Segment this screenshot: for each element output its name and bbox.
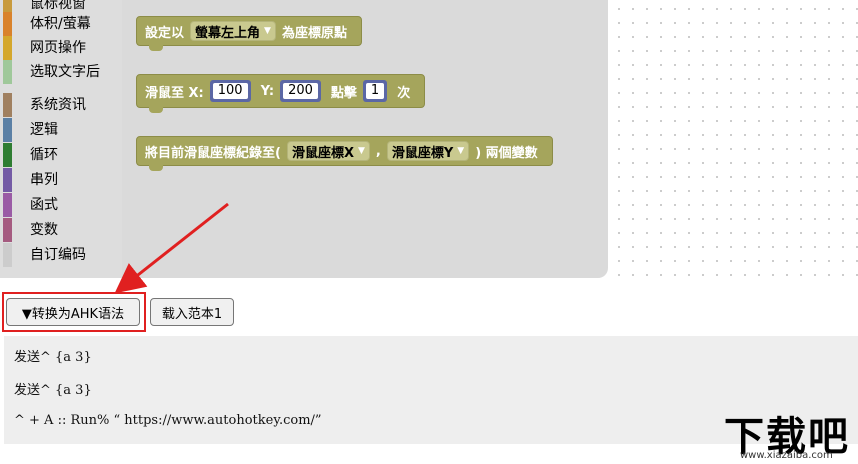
blockly-editor-page: 鼠标视窗 体积/萤幕 网页操作 选取文字后 系统资讯 逻辑 循环 串列 函式 变… [0, 0, 858, 464]
x-value-field[interactable]: 100 [212, 83, 248, 99]
toolbox-category-variable[interactable]: 变数 [3, 218, 122, 242]
dropdown-value: 螢幕左上角 [195, 25, 261, 41]
dropdown-arrow-icon: ▼ [457, 146, 465, 156]
variable-y-dropdown[interactable]: 滑鼠座標Y ▼ [386, 141, 470, 161]
set-origin-block[interactable]: 設定以 螢幕左上角 ▼ 為座標原點 [136, 16, 362, 51]
block-notch [149, 45, 163, 51]
category-color-swatch [3, 93, 12, 117]
toolbox-category-after-select-text[interactable]: 选取文字后 [3, 60, 122, 84]
block-text: 將目前滑鼠座標紀錄至( [145, 145, 281, 161]
category-color-swatch [3, 60, 12, 84]
y-number-block[interactable]: 200 [280, 80, 321, 102]
category-label: 系统资讯 [30, 97, 86, 113]
block-text: 為座標原點 [281, 25, 347, 41]
output-line: 发送^ {a 3} [14, 350, 92, 365]
click-count-number-block[interactable]: 1 [362, 80, 388, 102]
category-color-swatch [3, 193, 12, 217]
y-value-field[interactable]: 200 [283, 83, 318, 99]
category-label: 循环 [30, 147, 58, 163]
category-color-swatch [3, 12, 12, 36]
click-count-field[interactable]: 1 [365, 83, 385, 99]
toolbox-category-web[interactable]: 网页操作 [3, 36, 122, 60]
dropdown-arrow-icon: ▼ [357, 146, 365, 156]
toolbox-category-list[interactable]: 串列 [3, 168, 122, 192]
toolbox-category-logic[interactable]: 逻辑 [3, 118, 122, 142]
category-color-swatch [3, 218, 12, 242]
category-color-swatch [3, 243, 12, 267]
output-line: 发送^ {a 3} [14, 383, 92, 398]
origin-dropdown[interactable]: 螢幕左上角 ▼ [190, 21, 276, 41]
category-label: 自订编码 [30, 247, 86, 263]
toolbox-category-loop[interactable]: 循环 [3, 143, 122, 167]
category-label: 网页操作 [30, 40, 86, 56]
category-color-swatch [3, 143, 12, 167]
block-text: 設定以 [145, 25, 185, 41]
block-notch [149, 107, 163, 113]
variable-x-dropdown[interactable]: 滑鼠座標X ▼ [286, 141, 370, 161]
category-label: 选取文字后 [30, 64, 100, 80]
x-number-block[interactable]: 100 [209, 80, 251, 102]
output-line: ^ + A :: Run% “ https://www.autohotkey.c… [14, 413, 322, 428]
watermark-domain: www.xiazaiba.com [740, 450, 833, 461]
toolbox-category-system-info[interactable]: 系统资讯 [3, 93, 122, 117]
category-label: 串列 [30, 172, 58, 188]
category-label: 变数 [30, 222, 58, 238]
block-text: ) 兩個變數 [475, 145, 538, 161]
block-flyout: 設定以 螢幕左上角 ▼ 為座標原點 滑鼠至 X: 100 Y: 200 點擊 1… [122, 0, 608, 278]
dropdown-value: 滑鼠座標X [291, 145, 354, 161]
mouse-click-block[interactable]: 滑鼠至 X: 100 Y: 200 點擊 1 次 [136, 74, 426, 113]
dropdown-value: 滑鼠座標Y [391, 145, 454, 161]
category-label: 函式 [30, 197, 58, 213]
record-mouse-position-block[interactable]: 將目前滑鼠座標紀錄至( 滑鼠座標X ▼ , 滑鼠座標Y ▼ ) 兩個變數 [136, 136, 553, 171]
block-text: Y: [260, 83, 275, 99]
toolbox-category-custom-code[interactable]: 自订编码 [3, 243, 122, 267]
block-text: , [375, 143, 381, 159]
workspace-grid[interactable] [608, 0, 858, 280]
block-notch [149, 165, 163, 171]
block-text: 次 [397, 85, 411, 101]
category-label: 体积/萤幕 [30, 16, 91, 32]
highlight-box [2, 292, 146, 332]
category-color-swatch [3, 36, 12, 60]
toolbox: 鼠标视窗 体积/萤幕 网页操作 选取文字后 系统资讯 逻辑 循环 串列 函式 变… [0, 0, 122, 278]
category-label: 逻辑 [30, 122, 58, 138]
dropdown-arrow-icon: ▼ [264, 26, 271, 36]
block-text: 點擊 [330, 85, 357, 101]
watermark-logo: 下载吧 www.xiazaiba.com [720, 404, 858, 464]
category-color-swatch [3, 168, 12, 192]
toolbox-category-function[interactable]: 函式 [3, 193, 122, 217]
category-color-swatch [3, 118, 12, 142]
toolbox-category-volume-screen[interactable]: 体积/萤幕 [3, 12, 122, 36]
load-sample-button[interactable]: 载入范本1 [150, 298, 234, 326]
block-text: 滑鼠至 X: [145, 85, 204, 101]
